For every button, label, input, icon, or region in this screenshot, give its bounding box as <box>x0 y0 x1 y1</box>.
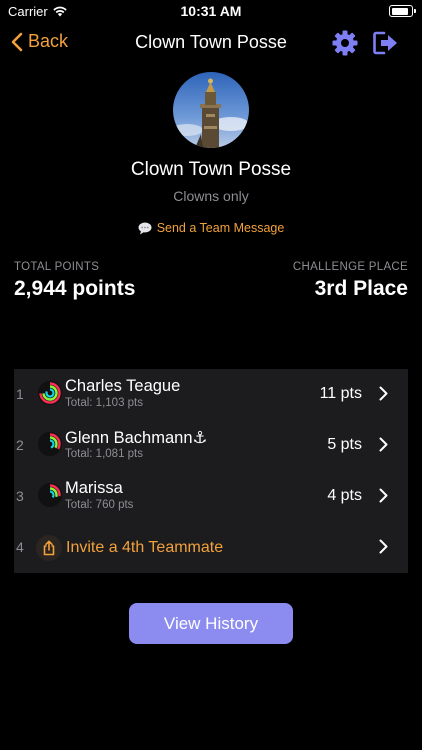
member-points: 11 pts <box>319 385 362 402</box>
gear-icon[interactable] <box>331 29 359 57</box>
team-roster: 1 Charles Teague Total: 1,103 pts 11 pts… <box>14 369 408 573</box>
share-icon <box>36 535 62 561</box>
member-name-text: Marissa <box>65 479 123 497</box>
exit-icon[interactable] <box>371 29 399 57</box>
team-avatar <box>173 72 249 148</box>
rank-number: 2 <box>16 437 24 453</box>
activity-rings-icon <box>38 483 62 507</box>
challenge-place-value: 3rd Place <box>314 277 408 300</box>
chevron-right-icon <box>379 386 388 401</box>
back-label: Back <box>28 31 69 51</box>
speech-bubble-icon <box>138 222 152 234</box>
chevron-left-icon <box>11 32 23 51</box>
status-bar: Carrier 10:31 AM <box>0 0 422 22</box>
member-name: Marissa <box>65 479 123 498</box>
rank-number: 1 <box>16 386 24 402</box>
invite-teammate-label: Invite a 4th Teammate <box>66 539 224 556</box>
battery-fill <box>391 7 409 15</box>
roster-row[interactable]: 2 Glenn Bachmann⚓ Total: 1,081 pts 5 pts <box>14 420 408 471</box>
activity-rings-icon <box>38 432 62 456</box>
member-total: Total: 760 pts <box>65 499 134 511</box>
member-points: 5 pts <box>327 436 362 453</box>
team-subtitle: Clowns only <box>173 188 249 204</box>
total-points-label: TOTAL POINTS <box>14 261 100 273</box>
member-points: 4 pts <box>327 487 362 504</box>
back-button[interactable]: Back <box>10 31 68 52</box>
team-name: Clown Town Posse <box>130 159 292 180</box>
member-name: Charles Teague <box>65 377 180 396</box>
battery-icon <box>389 5 416 17</box>
challenge-place-label: CHALLENGE PLACE <box>292 261 408 273</box>
chevron-right-icon <box>379 488 388 503</box>
rank-number: 3 <box>16 488 24 504</box>
send-team-message-label: Send a Team Message <box>156 221 285 235</box>
member-name-text: Charles Teague <box>65 377 181 395</box>
member-name: Glenn Bachmann⚓ <box>65 428 207 448</box>
activity-rings-icon <box>38 381 62 405</box>
chevron-right-icon <box>379 437 388 452</box>
send-team-message-link[interactable]: Send a Team Message <box>0 221 422 235</box>
member-name-text: Glenn Bachmann <box>65 429 193 447</box>
status-time: 10:31 AM <box>180 3 242 19</box>
invite-teammate-row[interactable]: 4 Invite a 4th Teammate <box>14 522 408 573</box>
team-photo <box>173 72 249 148</box>
total-points-value: 2,944 points <box>14 277 136 300</box>
rank-number: 4 <box>16 539 24 555</box>
member-total: Total: 1,081 pts <box>65 448 143 460</box>
view-history-button[interactable]: View History <box>129 603 293 644</box>
roster-row[interactable]: 1 Charles Teague Total: 1,103 pts 11 pts <box>14 369 408 420</box>
chevron-right-icon <box>379 539 388 554</box>
share-glyph <box>43 540 55 556</box>
member-total: Total: 1,103 pts <box>65 397 143 409</box>
roster-row[interactable]: 3 Marissa Total: 760 pts 4 pts <box>14 471 408 522</box>
anchor-icon: ⚓ <box>192 429 208 447</box>
nav-bar: Back Clown Town Posse <box>0 22 422 66</box>
